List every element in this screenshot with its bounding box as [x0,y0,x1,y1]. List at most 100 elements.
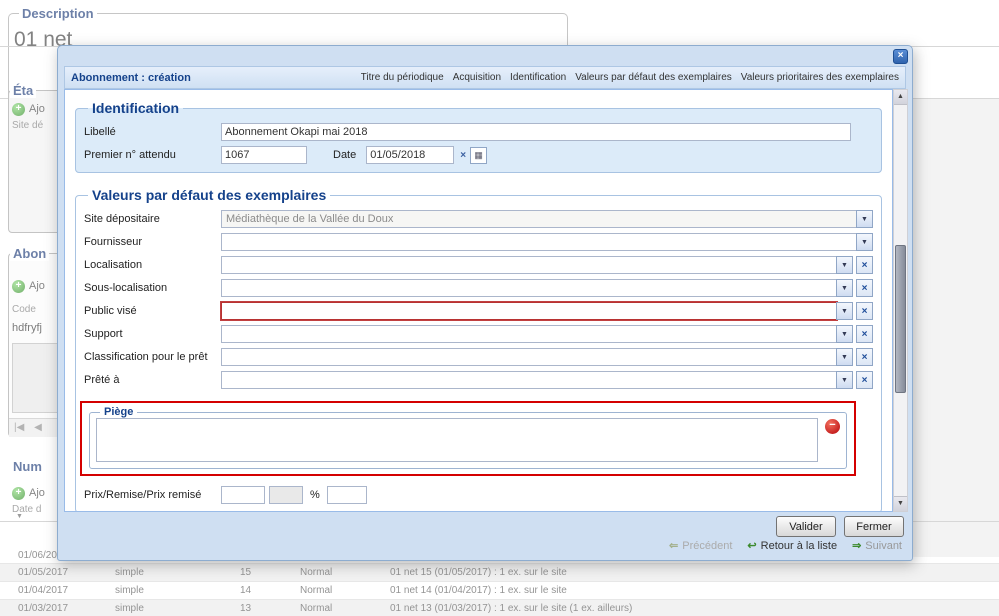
combo-value[interactable] [221,325,837,343]
prete-a-combobox[interactable]: ▼ [221,371,853,389]
chevron-down-icon[interactable]: ▼ [836,279,853,297]
sous-localisation-combobox[interactable]: ▼ [221,279,853,297]
combo-value[interactable] [221,302,837,320]
date-clear-button[interactable]: × [460,150,466,161]
site-depositaire-row: Site dépositaire Médiathèque de la Vallé… [84,210,873,228]
chevron-down-icon[interactable]: ▼ [836,256,853,274]
arrow-right-icon: ⇒ [852,539,861,552]
public-vise-row: Public visé ▼ × [84,302,873,320]
suivant-link[interactable]: ⇒ Suivant [852,539,902,552]
chevron-down-icon[interactable]: ▼ [836,348,853,366]
screen: Description 01 net Éta + Ajo Site dé Abo… [0,0,999,616]
abonnement-creation-window: × Abonnement : création Titre du périodi… [57,45,913,561]
nav-valeurs-par-defaut[interactable]: Valeurs par défaut des exemplaires [575,72,732,83]
support-label: Support [84,328,221,340]
chevron-down-icon[interactable]: ▼ [856,210,873,228]
minus-icon: − [829,419,835,431]
piege-textarea[interactable] [96,418,818,462]
date-picker-button[interactable]: ▦ [470,147,487,164]
premier-numero-input[interactable] [221,146,307,164]
chevron-down-icon[interactable]: ▼ [836,325,853,343]
libelle-label: Libellé [84,126,221,138]
piege-fieldset: Piège − [89,406,847,469]
calendar-icon: ▦ [474,150,483,161]
clear-icon: × [862,329,868,340]
modal-scrollbar[interactable]: ▲ ▼ [893,89,908,512]
date-label: Date [333,149,356,161]
classification-pret-clear-button[interactable]: × [856,348,873,366]
modal-footer-links: ⇐ Précédent ↩ Retour à la liste ⇒ Suivan… [669,539,902,552]
clear-icon: × [862,352,868,363]
date-input[interactable] [366,146,454,164]
localisation-combobox[interactable]: ▼ [221,256,853,274]
combo-value[interactable] [221,233,857,251]
support-combobox[interactable]: ▼ [221,325,853,343]
arrow-left-icon: ⇐ [669,539,678,552]
scroll-down-icon: ▼ [897,500,904,507]
scroll-up-button[interactable]: ▲ [894,90,907,105]
site-depositaire-combobox[interactable]: Médiathèque de la Vallée du Doux ▼ [221,210,873,228]
libelle-row: Libellé [84,123,873,141]
clear-icon: × [862,260,868,271]
sous-localisation-clear-button[interactable]: × [856,279,873,297]
close-button[interactable]: × [893,49,908,64]
clear-icon: × [862,375,868,386]
prix-input[interactable] [221,486,265,504]
percent-label: % [310,489,320,501]
public-vise-clear-button[interactable]: × [856,302,873,320]
classification-pret-row: Classification pour le prêt ▼ × [84,348,873,366]
sous-localisation-label: Sous-localisation [84,282,221,294]
scrollbar-thumb[interactable] [895,245,906,393]
valider-button[interactable]: Valider [776,516,836,537]
delete-button[interactable]: − [825,419,840,434]
prete-a-row: Prêté à ▼ × [84,371,873,389]
remise-input[interactable] [269,486,303,504]
chevron-down-icon[interactable]: ▼ [836,302,853,320]
chevron-down-icon[interactable]: ▼ [836,371,853,389]
localisation-label: Localisation [84,259,221,271]
window-titlebar: Abonnement : création Titre du périodiqu… [64,66,906,89]
fermer-button[interactable]: Fermer [844,516,904,537]
window-content: Identification Libellé Premier n° attend… [64,89,893,512]
premier-numero-label: Premier n° attendu [84,149,221,161]
libelle-input[interactable] [221,123,851,141]
piege-highlight-annotation: Piège − [80,401,856,476]
combo-value[interactable] [221,371,837,389]
retour-liste-link[interactable]: ↩ Retour à la liste [747,539,837,552]
combo-value[interactable]: Médiathèque de la Vallée du Doux [221,210,857,228]
localisation-clear-button[interactable]: × [856,256,873,274]
nav-acquisition[interactable]: Acquisition [453,72,501,83]
support-row: Support ▼ × [84,325,873,343]
localisation-row: Localisation ▼ × [84,256,873,274]
fournisseur-combobox[interactable]: ▼ [221,233,873,251]
support-clear-button[interactable]: × [856,325,873,343]
nav-valeurs-prioritaires[interactable]: Valeurs prioritaires des exemplaires [741,72,899,83]
window-nav: Titre du périodique Acquisition Identifi… [361,72,899,83]
precedent-link[interactable]: ⇐ Précédent [669,539,732,552]
close-icon: × [898,50,904,61]
scroll-down-button[interactable]: ▼ [894,496,907,511]
site-depositaire-label: Site dépositaire [84,213,221,225]
valeurs-par-defaut-fieldset: Valeurs par défaut des exemplaires Site … [75,187,882,512]
piege-legend: Piège [100,406,137,418]
classification-pret-label: Classification pour le prêt [84,351,221,363]
precedent-label: Précédent [682,540,732,552]
nav-identification[interactable]: Identification [510,72,566,83]
public-vise-label: Public visé [84,305,221,317]
prix-row: Prix/Remise/Prix remisé % [84,486,873,504]
suivant-label: Suivant [865,540,902,552]
combo-value[interactable] [221,256,837,274]
combo-value[interactable] [221,348,837,366]
public-vise-combobox[interactable]: ▼ [221,302,853,320]
scroll-up-icon: ▲ [897,93,904,100]
clear-icon: × [862,283,868,294]
prete-a-clear-button[interactable]: × [856,371,873,389]
chevron-down-icon[interactable]: ▼ [856,233,873,251]
combo-value[interactable] [221,279,837,297]
classification-pret-combobox[interactable]: ▼ [221,348,853,366]
nav-titre-du-periodique[interactable]: Titre du périodique [361,72,444,83]
retour-liste-label: Retour à la liste [761,540,837,552]
prix-label: Prix/Remise/Prix remisé [84,489,221,501]
premier-numero-row: Premier n° attendu Date × ▦ [84,146,873,164]
prix-remise-input[interactable] [327,486,367,504]
